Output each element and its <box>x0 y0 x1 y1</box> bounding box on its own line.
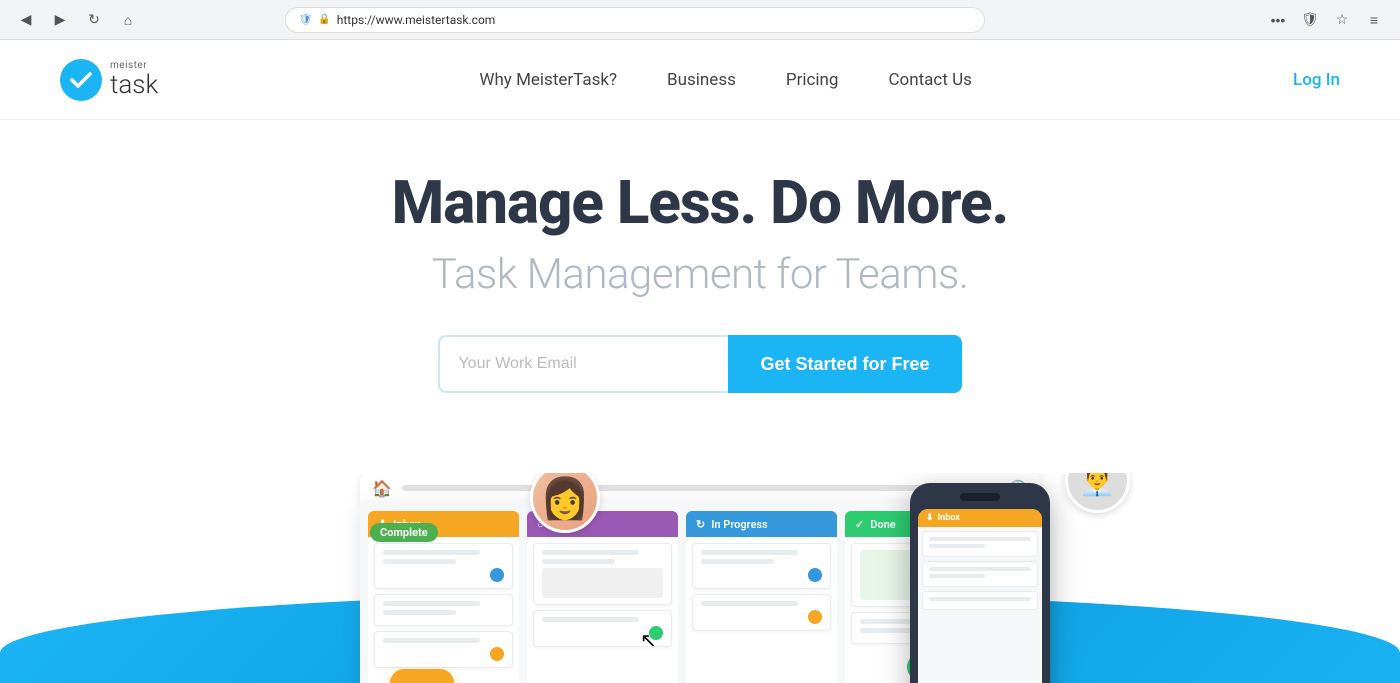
card-line <box>383 559 456 564</box>
card-line <box>383 550 480 555</box>
browser-chrome: ◀ ▶ ↻ ⌂ 🛡 🔒 https://www.meistertask.com … <box>0 0 1400 40</box>
home-button[interactable]: ⌂ <box>114 6 142 34</box>
kanban-column-progress: ↻ In Progress <box>686 511 837 683</box>
nav-links: Why MeisterTask? Business Pricing Contac… <box>479 70 972 90</box>
menu-button[interactable]: ≡ <box>1360 6 1388 34</box>
phone-notch <box>960 493 1000 501</box>
column-body-inbox <box>368 537 519 683</box>
card-line <box>542 617 639 622</box>
column-body-progress <box>686 537 837 683</box>
card-line <box>701 559 774 564</box>
card-line <box>383 610 456 615</box>
kanban-card <box>533 610 672 647</box>
kanban-card <box>692 543 831 589</box>
phone-mockup: ⬇ Inbox <box>910 483 1050 683</box>
phone-card-line <box>929 567 1031 571</box>
login-link[interactable]: Log In <box>1293 70 1340 90</box>
kanban-card <box>533 543 672 605</box>
kanban-card <box>374 543 513 589</box>
column-body-open <box>527 537 678 683</box>
cta-area: Get Started for Free <box>20 335 1380 393</box>
logo-task: task <box>110 71 158 100</box>
kanban-card <box>692 594 831 631</box>
url-text: https://www.meistertask.com <box>337 13 496 27</box>
kanban-card <box>374 594 513 626</box>
dashboard-preview: 🏠 🕐 ⬇ Inbox <box>0 473 1400 683</box>
logo-text: meister task <box>110 60 158 100</box>
card-line <box>701 601 798 606</box>
back-button[interactable]: ◀ <box>12 6 40 34</box>
phone-card <box>922 531 1038 557</box>
man-avatar: 👨‍💼 <box>1065 473 1130 513</box>
nav-why[interactable]: Why MeisterTask? <box>479 70 617 90</box>
nav-contact[interactable]: Contact Us <box>888 70 971 90</box>
hero-section: Manage Less. Do More. Task Management fo… <box>0 120 1400 473</box>
browser-menu-right[interactable]: ••• 🛡 ☆ ≡ <box>1264 6 1388 34</box>
bookmark-button[interactable]: ☆ <box>1328 6 1356 34</box>
lock-icon: 🔒 <box>318 14 330 25</box>
hero-title: Manage Less. Do More. <box>20 170 1380 236</box>
shield-icon: 🛡 <box>298 13 312 26</box>
complete-badge: Complete <box>370 523 438 542</box>
navbar: meister task Why MeisterTask? Business P… <box>0 40 1400 120</box>
logo-icon <box>60 59 102 101</box>
phone-card-line <box>929 537 1031 541</box>
browser-controls[interactable]: ◀ ▶ ↻ ⌂ <box>12 6 142 34</box>
nav-pricing[interactable]: Pricing <box>786 70 839 90</box>
card-line <box>542 550 639 555</box>
card-line <box>383 601 480 606</box>
email-input[interactable] <box>438 335 728 393</box>
nav-business[interactable]: Business <box>667 70 736 90</box>
girl-avatar: 👩 <box>530 473 600 533</box>
extensions-button[interactable]: ••• <box>1264 6 1292 34</box>
pocket-button[interactable]: 🛡 <box>1296 6 1324 34</box>
hero-subtitle: Task Management for Teams. <box>20 250 1380 299</box>
phone-card <box>922 561 1038 587</box>
card-line <box>383 638 480 643</box>
phone-inbox-header: ⬇ Inbox <box>918 509 1042 527</box>
card-line <box>701 550 798 555</box>
phone-card-line <box>929 574 985 578</box>
kanban-card <box>374 631 513 668</box>
phone-card-line <box>929 544 985 548</box>
phone-card <box>922 591 1038 610</box>
card-line <box>542 559 615 564</box>
kanban-column-open: ○ Open <box>527 511 678 683</box>
forward-button[interactable]: ▶ <box>46 6 74 34</box>
man-circle: 👨‍💼 <box>1065 473 1130 513</box>
address-bar[interactable]: 🛡 🔒 https://www.meistertask.com <box>285 7 985 33</box>
calendar-icon: 📅 <box>390 669 454 683</box>
column-header-progress: ↻ In Progress <box>686 511 837 537</box>
kanban-home-icon: 🏠 <box>372 479 392 498</box>
phone-card-line <box>929 597 1031 601</box>
girl-circle: 👩 <box>530 473 600 533</box>
phone-screen: ⬇ Inbox <box>918 509 1042 683</box>
refresh-button[interactable]: ↻ <box>80 6 108 34</box>
logo[interactable]: meister task <box>60 59 158 101</box>
get-started-button[interactable]: Get Started for Free <box>728 335 961 393</box>
page-content: meister task Why MeisterTask? Business P… <box>0 40 1400 683</box>
